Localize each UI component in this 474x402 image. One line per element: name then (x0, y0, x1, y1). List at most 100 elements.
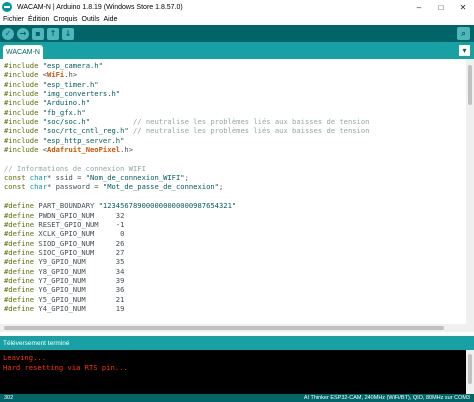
code-line[interactable]: #include <Adafruit_NeoPixel.h> (4, 145, 369, 154)
code-token: "esp_camera.h" (42, 61, 103, 70)
code-token: Y6_GPIO_NUM 36 (38, 285, 125, 295)
code-token: * password = (47, 182, 103, 192)
code-line[interactable]: #define PART_BOUNDARY "12345678900000000… (4, 201, 369, 210)
code-token: #define (4, 294, 39, 304)
menu-help[interactable]: Aide (103, 16, 117, 23)
code-line[interactable]: #include <WiFi.h> (4, 70, 369, 79)
code-line[interactable]: #include "fb_gfx.h" (4, 108, 369, 117)
code-token: #define (4, 201, 39, 211)
footer-bar: 302 AI Thinker ESP32-CAM, 240MHz (WiFi/B… (0, 394, 474, 402)
menu-tools[interactable]: Outils (82, 16, 100, 23)
code-token: #include (4, 107, 43, 117)
serial-monitor-icon[interactable]: ⌕ (457, 27, 470, 40)
code-line[interactable]: #include "esp_camera.h" (4, 61, 369, 70)
code-line[interactable]: #define RESET_GPIO_NUM -1 (4, 220, 369, 229)
code-line[interactable]: #define Y6_GPIO_NUM 36 (4, 285, 369, 294)
close-button[interactable]: ✕ (452, 0, 474, 14)
code-line[interactable]: #include "soc/soc.h" // neutralise les p… (4, 117, 369, 126)
menu-bar: Fichier Édition Croquis Outils Aide (0, 14, 474, 25)
code-line[interactable]: #define XCLK_GPIO_NUM 0 (4, 229, 369, 238)
code-token: #define (4, 210, 39, 220)
code-line[interactable]: #include "Arduino.h" (4, 98, 369, 107)
code-token: // neutralise les problèmes liés aux bai… (128, 126, 370, 136)
code-text[interactable]: #include "esp_camera.h" #include <WiFi.h>… (4, 61, 369, 313)
open-sketch-icon[interactable]: ↑ (47, 27, 59, 40)
code-token: PWDN_GPIO_NUM 32 (38, 210, 125, 220)
code-token: Y5_GPIO_NUM 21 (38, 294, 125, 304)
code-token: WiFi (47, 70, 65, 80)
menu-sketch[interactable]: Croquis (53, 16, 77, 23)
code-token: const (4, 173, 30, 183)
code-token: #include (4, 145, 43, 155)
upload-icon[interactable]: → (17, 27, 29, 40)
code-line[interactable]: #include "soc/rtc_cntl_reg.h" // neutral… (4, 126, 369, 135)
scrollbar-thumb[interactable] (4, 326, 444, 330)
new-sketch-icon[interactable]: ▪ (32, 27, 44, 40)
console-line: Hard resetting via RTS pin... (3, 363, 128, 372)
verify-icon[interactable]: ✓ (2, 27, 14, 40)
toolbar: ✓ → ▪ ↑ ↓ ⌕ (0, 25, 474, 42)
code-token: "soc/soc.h" (42, 117, 90, 127)
title-bar: WACAM-N | Arduino 1.8.19 (Windows Store … (0, 0, 474, 14)
code-token: RESET_GPIO_NUM -1 (38, 219, 125, 229)
editor-horizontal-scrollbar[interactable] (0, 324, 474, 332)
code-token: #include (4, 61, 43, 70)
code-editor[interactable]: #include "esp_camera.h" #include <WiFi.h>… (0, 59, 474, 324)
menu-edit[interactable]: Édition (28, 16, 49, 23)
code-line[interactable]: const char* password = "Mot_de_passe_de_… (4, 182, 369, 191)
code-line[interactable]: const char* ssid = "Nom_de_connexion_WIF… (4, 173, 369, 182)
code-token: #define (4, 247, 39, 257)
menu-file[interactable]: Fichier (3, 16, 24, 23)
code-token: Adafruit_NeoPixel (47, 145, 121, 155)
code-token: * ssid = (47, 173, 86, 183)
code-line[interactable]: #define Y7_GPIO_NUM 39 (4, 276, 369, 285)
code-token: Y4_GPIO_NUM 19 (38, 303, 125, 313)
code-line[interactable]: #define Y8_GPIO_NUM 34 (4, 267, 369, 276)
code-token: #define (4, 229, 39, 239)
code-token: "fb_gfx.h" (42, 107, 86, 117)
code-line[interactable] (4, 192, 369, 201)
code-line[interactable] (4, 154, 369, 163)
code-line[interactable]: #define Y5_GPIO_NUM 21 (4, 295, 369, 304)
code-token: #include (4, 98, 43, 108)
code-line[interactable]: #define PWDN_GPIO_NUM 32 (4, 211, 369, 220)
maximize-button[interactable]: □ (430, 0, 452, 14)
minimize-button[interactable]: – (408, 0, 430, 14)
status-bar: Téléversement terminé (0, 336, 474, 350)
scrollbar-thumb[interactable] (468, 354, 472, 384)
code-token: SIOD_GPIO_NUM 26 (38, 238, 125, 248)
code-token: Y8_GPIO_NUM 34 (38, 266, 125, 276)
code-token: XCLK_GPIO_NUM 0 (38, 229, 125, 239)
code-line[interactable]: // Informations de connexion WIFI (4, 164, 369, 173)
console-scrollbar[interactable] (466, 350, 474, 394)
code-line[interactable]: #include "esp_timer.h" (4, 80, 369, 89)
code-token: PART_BOUNDARY (38, 201, 99, 211)
code-token: "soc/rtc_cntl_reg.h" (42, 126, 129, 136)
scrollbar-thumb[interactable] (468, 65, 472, 105)
code-token: #define (4, 266, 39, 276)
status-message: Téléversement terminé (3, 339, 70, 347)
code-token: char (29, 182, 47, 192)
line-number: 302 (4, 395, 14, 401)
code-line[interactable]: #include "esp_http_server.h" (4, 136, 369, 145)
code-token: "esp_http_server.h" (42, 135, 125, 145)
editor-vertical-scrollbar[interactable] (466, 59, 474, 324)
console-line: Leaving... (3, 353, 46, 362)
code-token: Y7_GPIO_NUM 39 (38, 275, 125, 285)
arduino-logo-icon (2, 2, 12, 12)
code-token: #include (4, 117, 43, 127)
code-line[interactable]: #define Y9_GPIO_NUM 35 (4, 257, 369, 266)
code-token: "123456789000000000000987654321" (98, 201, 237, 211)
code-token: "Mot_de_passe_de_connexion" (102, 182, 219, 192)
code-line[interactable]: #define SIOD_GPIO_NUM 26 (4, 239, 369, 248)
code-token: .h> (64, 70, 78, 80)
code-token: const (4, 182, 30, 192)
code-line[interactable]: #include "img_converters.h" (4, 89, 369, 98)
code-token: #include (4, 79, 43, 89)
console-text: Leaving... Hard resetting via RTS pin... (3, 353, 128, 373)
tab-wacam-n[interactable]: WACAM-N (3, 45, 43, 59)
code-line[interactable]: #define Y4_GPIO_NUM 19 (4, 304, 369, 313)
tab-menu-icon[interactable]: ▾ (459, 45, 470, 56)
save-sketch-icon[interactable]: ↓ (62, 27, 74, 40)
code-line[interactable]: #define SIOC_GPIO_NUM 27 (4, 248, 369, 257)
